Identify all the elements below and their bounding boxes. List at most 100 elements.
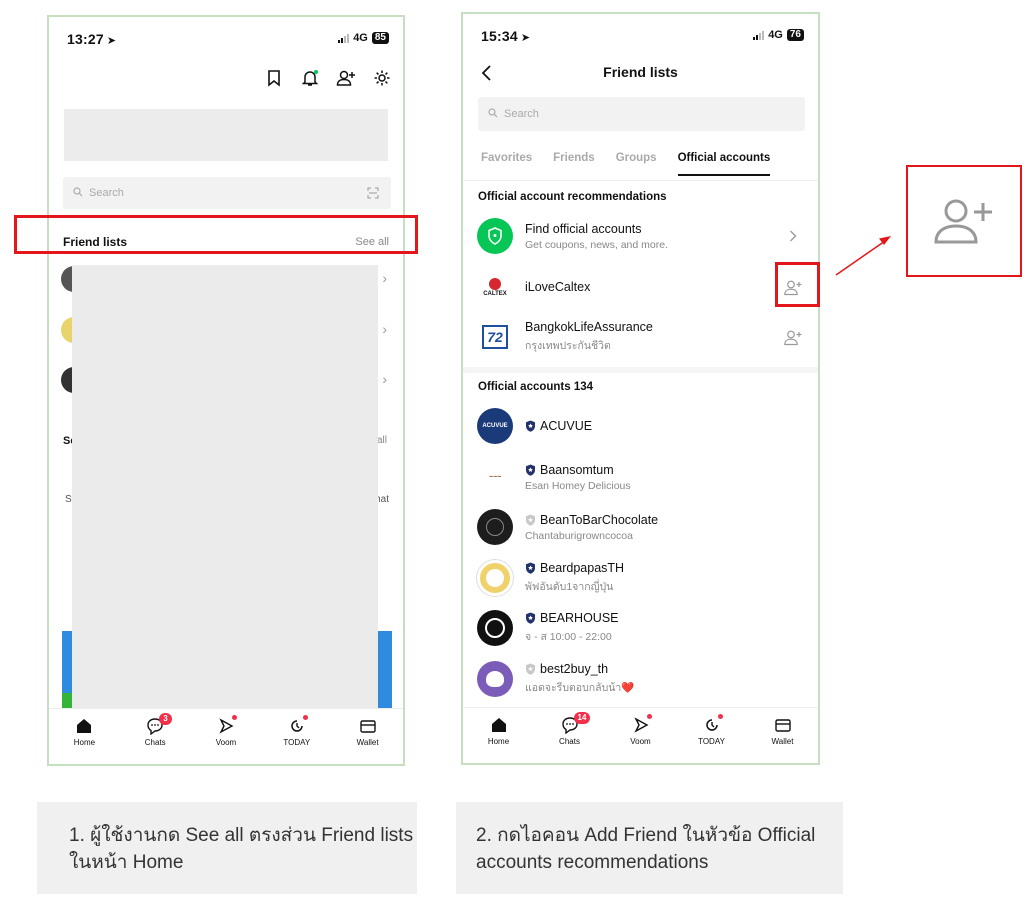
home-icon xyxy=(491,718,506,732)
item-sub: Chantaburigrowncocoa xyxy=(525,529,633,542)
voom-icon xyxy=(633,717,648,733)
tab-favorites[interactable]: Favorites xyxy=(481,152,532,176)
item-sub: Get coupons, news, and more. xyxy=(525,238,668,251)
bookmark-icon[interactable] xyxy=(263,67,285,89)
item-name-text: Baansomtum xyxy=(540,462,614,477)
search-placeholder: Search xyxy=(504,108,539,120)
list-item-baansomtum[interactable]: ~~~ Baansomtum Esan Homey Delicious xyxy=(477,457,804,497)
item-name-text: BeanToBarChocolate xyxy=(540,512,659,527)
tab-voom[interactable]: Voom xyxy=(611,714,671,763)
verified-shield-icon xyxy=(525,420,536,432)
tab-groups[interactable]: Groups xyxy=(616,152,657,176)
network-label: 4G xyxy=(353,32,368,44)
status-time: 15:34 ➤ xyxy=(481,28,531,44)
status-bar: 13:27 ➤ 4G 85 xyxy=(49,17,403,61)
tab-today[interactable]: TODAY xyxy=(682,714,742,763)
verified-shield-icon xyxy=(525,562,536,574)
tab-chats[interactable]: Chats 3 xyxy=(125,713,185,764)
add-friend-icon xyxy=(934,199,992,244)
tabs-divider xyxy=(463,180,818,181)
item-sub: Esan Homey Delicious xyxy=(525,479,631,492)
status-time: 13:27 ➤ xyxy=(67,31,117,47)
add-friend-icon[interactable] xyxy=(782,329,804,346)
item-sub: แอดจะรีบตอบกลับน้า❤️ xyxy=(525,682,635,694)
location-arrow-icon: ➤ xyxy=(520,32,531,44)
tab-today[interactable]: TODAY xyxy=(267,715,327,764)
friend-lists-phone: 15:34 ➤ 4G 76 Friend lists Search Favorit… xyxy=(461,12,820,765)
tab-label: Voom xyxy=(215,738,237,747)
tab-wallet[interactable]: Wallet xyxy=(753,716,813,763)
avatar-caltex: CALTEX xyxy=(477,269,513,305)
battery-level: 85 xyxy=(371,32,389,44)
search-placeholder: Search xyxy=(89,187,124,199)
section-see-all-fragment: all xyxy=(376,435,387,446)
notification-dot xyxy=(231,715,237,720)
list-item-beantobar[interactable]: BeanToBarChocolate Chantaburigrowncocoa xyxy=(477,507,804,547)
add-friend-zoom xyxy=(906,165,1022,277)
tab-home[interactable]: Home xyxy=(54,717,114,764)
bell-icon[interactable] xyxy=(299,67,321,89)
caption-text: 2. กดไอคอน Add Friend ในหัวข้อ Official … xyxy=(476,825,816,873)
list-item-acuvue[interactable]: ACUVUE ACUVUE xyxy=(477,406,804,446)
tab-chats[interactable]: Chats 14 xyxy=(540,712,600,763)
item-name: BeanToBarChocolate xyxy=(525,513,804,527)
search-bar[interactable]: Search xyxy=(478,97,805,131)
tab-home[interactable]: Home xyxy=(469,716,529,763)
avatar-logo-text: ACUVUE xyxy=(482,423,508,429)
list-item-beardpapas[interactable]: BeardpapasTH พัฟอันดับ1จากญี่ปุ่น xyxy=(477,558,804,598)
today-icon xyxy=(291,720,303,732)
back-arrow-icon[interactable] xyxy=(481,64,493,85)
tab-label: Chats xyxy=(559,737,580,746)
avatar-bangkoklife: 72 xyxy=(477,319,513,355)
tab-label: Home xyxy=(73,738,96,747)
item-sub: กรุงเทพประกันชีวิต xyxy=(525,340,611,352)
search-bar[interactable]: Search xyxy=(63,177,391,209)
battery-level: 76 xyxy=(786,29,804,41)
tab-label: Voom xyxy=(630,737,651,746)
tab-label: Home xyxy=(487,737,510,746)
scan-icon[interactable] xyxy=(367,187,379,202)
item-name-text: ACUVUE xyxy=(540,419,593,433)
avatar-acuvue: ACUVUE xyxy=(477,408,513,444)
avatar-beardpapas xyxy=(477,560,513,596)
section-divider xyxy=(463,367,818,373)
notification-dot xyxy=(302,715,308,720)
notification-dot xyxy=(646,714,652,719)
step-1-caption: 1. ผู้ใช้งานกด See all ตรงส่วน Friend li… xyxy=(37,802,417,894)
unread-badge: 3 xyxy=(159,713,172,725)
list-item-caltex[interactable]: CALTEX iLoveCaltex xyxy=(477,267,804,307)
list-item-bangkoklife[interactable]: 72 BangkokLifeAssurance กรุงเทพประกันชีว… xyxy=(477,317,804,357)
signal-icon xyxy=(753,30,765,40)
home-icon xyxy=(77,719,92,733)
list-item-find-official[interactable]: Find official accounts Get coupons, news… xyxy=(477,216,804,256)
tab-wallet[interactable]: Wallet xyxy=(338,717,398,764)
list-item-best2buy[interactable]: best2buy_th แอดจะรีบตอบกลับน้า❤️ xyxy=(477,659,804,699)
item-name: iLoveCaltex xyxy=(525,280,591,294)
chevron-right-icon xyxy=(782,230,804,242)
tab-friends[interactable]: Friends xyxy=(553,152,595,176)
wallet-icon xyxy=(774,719,791,732)
tab-voom[interactable]: Voom xyxy=(196,715,256,764)
chevron-right-icon: › xyxy=(382,321,387,337)
bottom-tab-bar: Home Chats 14 Voom TODAY Wallet xyxy=(463,707,818,763)
add-friend-highlight xyxy=(775,262,820,307)
item-name: BeardpapasTH xyxy=(525,561,804,575)
avatar-best2buy xyxy=(477,661,513,697)
location-arrow-icon: ➤ xyxy=(106,35,117,47)
gear-icon[interactable] xyxy=(371,67,393,89)
item-name: BangkokLifeAssurance xyxy=(525,320,653,334)
friend-tabs: Favorites Friends Groups Official accoun… xyxy=(481,152,800,176)
network-label: 4G xyxy=(768,29,783,41)
item-name: BEARHOUSE xyxy=(525,611,804,625)
add-friend-icon[interactable] xyxy=(335,67,357,89)
tab-official-accounts[interactable]: Official accounts xyxy=(677,152,771,176)
chevron-right-icon: › xyxy=(382,371,387,387)
avatar-beantobar xyxy=(477,509,513,545)
list-item-bearhouse[interactable]: BEARHOUSE จ - ส 10:00 - 22:00 xyxy=(477,608,804,648)
avatar-bearhouse xyxy=(477,610,513,646)
verified-shield-icon xyxy=(525,612,536,624)
item-sub: จ - ส 10:00 - 22:00 xyxy=(525,631,612,643)
tab-label: Wallet xyxy=(771,737,794,746)
search-icon xyxy=(73,186,83,200)
caption-text: 1. ผู้ใช้งานกด See all ตรงส่วน Friend li… xyxy=(69,825,414,873)
